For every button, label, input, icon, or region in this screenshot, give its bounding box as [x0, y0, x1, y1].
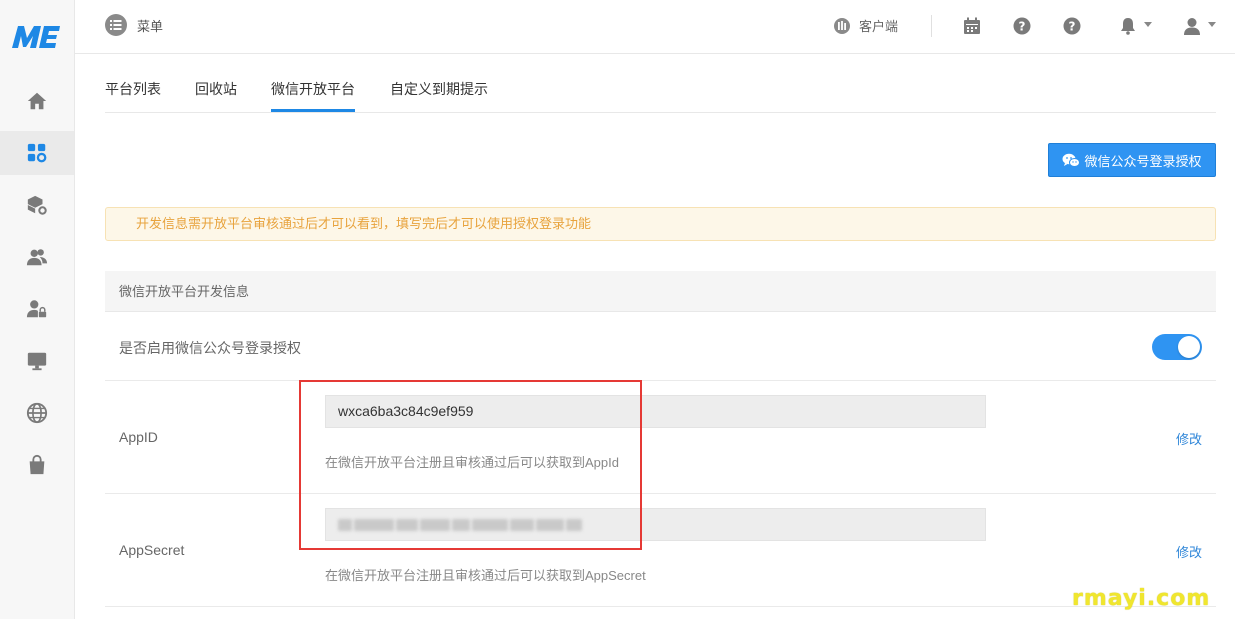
header-divider — [931, 15, 932, 37]
sidebar-item-home[interactable] — [0, 79, 74, 123]
notifications-button[interactable] — [1117, 15, 1139, 37]
appid-edit-link[interactable]: 修改 — [1176, 429, 1202, 448]
info-alert-text: 开发信息需开放平台审核通过后才可以看到，填写完后才可以使用授权登录功能 — [136, 216, 592, 231]
tab-recycle-bin[interactable]: 回收站 — [195, 79, 237, 99]
monitor-icon — [27, 352, 47, 371]
help-center-button[interactable]: ? — [1011, 15, 1033, 37]
client-button[interactable]: 客户端 — [833, 16, 898, 35]
tab-wechat-open-platform[interactable]: 微信开放平台 — [271, 79, 355, 99]
user-lock-icon — [26, 300, 47, 318]
enable-login-label: 是否启用微信公众号登录授权 — [119, 340, 301, 356]
sidebar-item-users[interactable] — [0, 235, 74, 279]
client-label: 客户端 — [859, 19, 899, 34]
box-gear-icon — [27, 195, 47, 215]
dashboard-icon — [834, 17, 850, 34]
svg-text:?: ? — [1019, 20, 1026, 34]
help-icon: ? — [1063, 17, 1081, 35]
sidebar-item-products[interactable] — [0, 183, 74, 227]
user-menu-button[interactable] — [1181, 15, 1203, 37]
enable-login-toggle[interactable] — [1152, 334, 1202, 360]
wechat-auth-button[interactable]: 微信公众号登录授权 — [1048, 143, 1216, 177]
enable-login-row: 是否启用微信公众号登录授权 — [105, 312, 1216, 381]
calendar-button[interactable] — [961, 15, 983, 37]
svg-text:?: ? — [1069, 20, 1076, 34]
user-icon — [1184, 18, 1200, 35]
appid-help-text: 在微信开放平台注册且审核通过后可以获取到AppId — [325, 455, 619, 470]
brand-logo[interactable] — [10, 22, 62, 52]
redacted-value — [338, 519, 582, 531]
tab-platform-list[interactable]: 平台列表 — [105, 79, 161, 99]
panel-title: 微信开放平台开发信息 — [105, 271, 1216, 312]
wechat-auth-button-label: 微信公众号登录授权 — [1084, 153, 1202, 169]
apps-gear-icon — [27, 143, 47, 163]
calendar-icon — [964, 17, 980, 34]
watermark: rmayi.com — [1072, 586, 1211, 611]
appid-row: AppID wxca6ba3c84c9ef959 在微信开放平台注册且审核通过后… — [105, 381, 1216, 494]
help-circle-icon: ? — [1013, 17, 1031, 35]
sidebar-item-network[interactable] — [0, 391, 74, 435]
appsecret-help-text: 在微信开放平台注册且审核通过后可以获取到AppSecret — [325, 568, 646, 583]
sidebar-item-shop[interactable] — [0, 443, 74, 487]
tab-custom-expiry-notice[interactable]: 自定义到期提示 — [390, 79, 488, 99]
menu-button[interactable]: 菜单 — [105, 14, 163, 36]
bell-icon — [1121, 18, 1135, 35]
users-icon — [26, 249, 48, 266]
sidebar-item-apps[interactable] — [0, 131, 74, 175]
appsecret-edit-link[interactable]: 修改 — [1176, 542, 1202, 561]
top-header: 菜单 客户端 ? ? — [75, 0, 1235, 54]
sidebar-item-permissions[interactable] — [0, 287, 74, 331]
tab-bar: 平台列表 回收站 微信开放平台 自定义到期提示 — [105, 66, 1216, 113]
home-icon — [27, 92, 47, 110]
info-alert: 开发信息需开放平台审核通过后才可以看到，填写完后才可以使用授权登录功能 — [105, 207, 1216, 241]
appsecret-label: AppSecret — [119, 542, 185, 558]
appsecret-input[interactable] — [325, 508, 986, 541]
chevron-down-icon[interactable] — [1144, 22, 1152, 27]
active-tab-indicator — [271, 109, 355, 112]
chevron-down-icon[interactable] — [1208, 22, 1216, 27]
help-button[interactable]: ? — [1061, 15, 1083, 37]
appsecret-row: AppSecret 在微信开放平台注册且审核通过后可以获取到AppSecret … — [105, 494, 1216, 607]
appid-label: AppID — [119, 429, 158, 445]
sidebar-item-display[interactable] — [0, 339, 74, 383]
shopping-bag-icon — [29, 454, 45, 475]
wechat-icon — [1062, 153, 1081, 167]
list-icon — [105, 14, 127, 36]
sidebar — [0, 0, 75, 619]
toggle-knob — [1178, 336, 1200, 358]
globe-icon — [26, 402, 48, 424]
appid-input[interactable]: wxca6ba3c84c9ef959 — [325, 395, 986, 428]
menu-label: 菜单 — [137, 18, 164, 34]
